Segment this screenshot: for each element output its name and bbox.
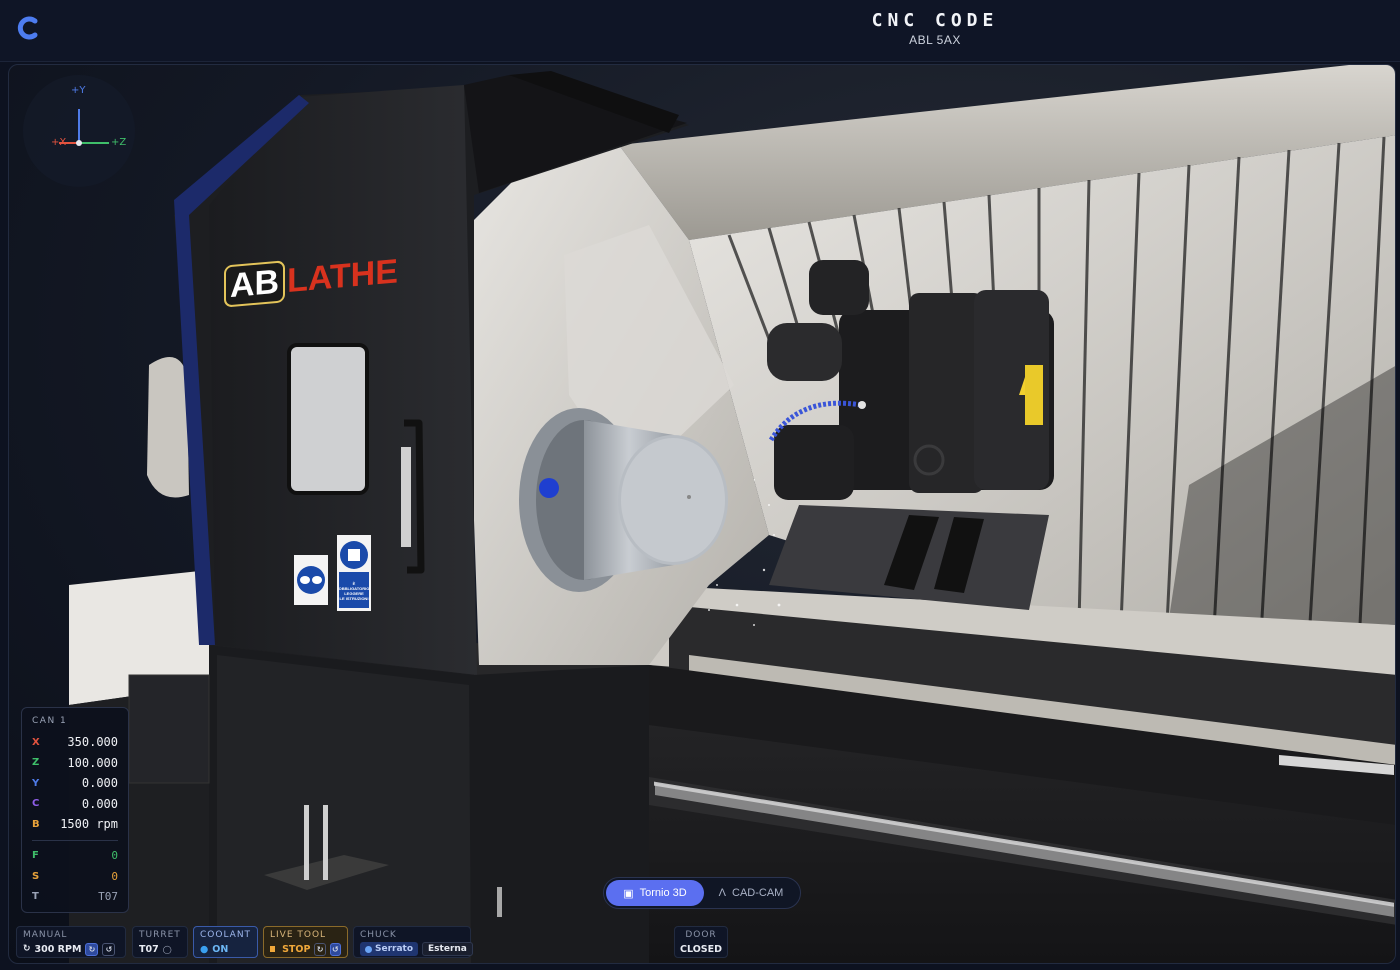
chuck-mode-value: Esterna [428,944,467,954]
app-header: CNC CODE ABL 5AX [0,0,1400,62]
chuck-clamp-dot-icon [365,945,372,953]
axis-b-label: B [32,818,40,830]
gizmo-z-label: +Z [111,137,127,148]
live-tool-status: LIVE TOOL STOP ↻ ↺ [263,926,348,958]
speed-label: S [32,870,40,882]
turret-label: TURRET [139,930,181,940]
gizmo-y-label: +Y [71,85,86,96]
manual-rpm-value: 300 RPM [34,943,82,955]
axis-y-value: 0.000 [81,776,118,791]
live-tool-value: STOP [282,943,311,955]
axis-x-value: 350.000 [67,735,118,750]
cad-cam-button[interactable]: Λ CAD-CAM [704,880,798,906]
live-tool-label: LIVE TOOL [270,930,327,940]
door-label: DOOR [685,930,717,940]
spindle-rotate-icon: ↻ [23,944,31,954]
chuck-clamped-pill[interactable]: Serrato [360,942,419,956]
axis-z-value: 100.000 [67,755,118,770]
cad-cam-label: CAD-CAM [732,887,784,899]
coord-row-b: B 1500 rpm [32,814,118,835]
axis-gizmo[interactable]: +Y +X +Z [23,75,135,187]
coordinate-panel: CAN 1 X 350.000 Z 100.000 Y 0.000 C 0.00… [21,707,129,913]
axis-c-label: C [32,798,40,810]
view-mode-toggle: ▣ Tornio 3D Λ CAD-CAM [603,877,801,909]
chuck-clamp-value: Serrato [375,944,414,954]
safety-sticker-text: È OBBLIGATORIO LEGGERE LE ISTRUZIONI [338,581,370,601]
coord-row-z: Z 100.000 [32,753,118,774]
chuck-label: CHUCK [360,930,397,940]
live-tool-cw-button[interactable]: ↻ [314,942,326,956]
app-title: CNC CODE [871,10,999,31]
axis-z-label: Z [32,757,40,769]
3d-viewport[interactable]: AB LATHE È OBBLIGATORIO LEGGERE LE ISTRU… [8,64,1396,964]
coord-row-y: Y 0.000 [32,773,118,794]
axis-x-label: X [32,736,40,748]
coord-row-x: X 350.000 [32,732,118,753]
coord-row-s: S 0 [32,866,118,887]
coord-row-c: C 0.000 [32,794,118,815]
coord-row-t: T T07 [32,887,118,908]
channel-label: CAN 1 [32,716,68,726]
tornio-3d-button[interactable]: ▣ Tornio 3D [606,880,704,906]
coolant-status[interactable]: COOLANT ● ON [193,926,258,958]
speed-value: 0 [111,869,118,883]
coord-row-f: F 0 [32,846,118,867]
door-value: CLOSED [680,943,722,955]
brand-ab: AB [224,260,286,308]
coord-divider [32,839,118,841]
stop-square-icon [270,946,276,952]
feed-label: F [32,850,39,862]
axis-y-label: Y [32,777,40,789]
manual-status: MANUAL ↻ 300 RPM ↻ ↺ [16,926,126,958]
coolant-value: ON [212,943,229,955]
feed-value: 0 [111,849,118,863]
tool-label: T [32,891,39,903]
coolant-label: COOLANT [200,930,252,940]
manual-label: MANUAL [23,930,68,940]
tool-value: T07 [98,890,118,904]
rotate-cw-button[interactable]: ↻ [85,942,99,956]
live-tool-ccw-button[interactable]: ↺ [329,942,341,956]
lathe-3d-scene [69,65,1395,963]
cube-scan-icon: ▣ [623,887,634,900]
machine-model: ABL 5AX [909,33,961,47]
chuck-mode-pill[interactable]: Esterna [422,942,473,956]
axis-b-value: 1500 rpm [60,817,118,832]
chuck-status: CHUCK Serrato Esterna [353,926,473,958]
axis-c-value: 0.000 [81,796,118,811]
turret-cycle-icon[interactable]: ◯ [163,945,172,954]
gizmo-x-label: +X [51,137,67,148]
caret-icon: Λ [718,887,726,899]
door-status[interactable]: DOOR CLOSED [674,926,728,958]
turret-status: TURRET T07 ◯ [132,926,188,958]
tornio-3d-label: Tornio 3D [639,887,687,899]
rotate-ccw-button[interactable]: ↺ [102,942,116,956]
coolant-drop-icon: ● [200,943,209,955]
turret-tool-value: T07 [139,943,159,955]
brand-lathe: LATHE [287,252,398,301]
